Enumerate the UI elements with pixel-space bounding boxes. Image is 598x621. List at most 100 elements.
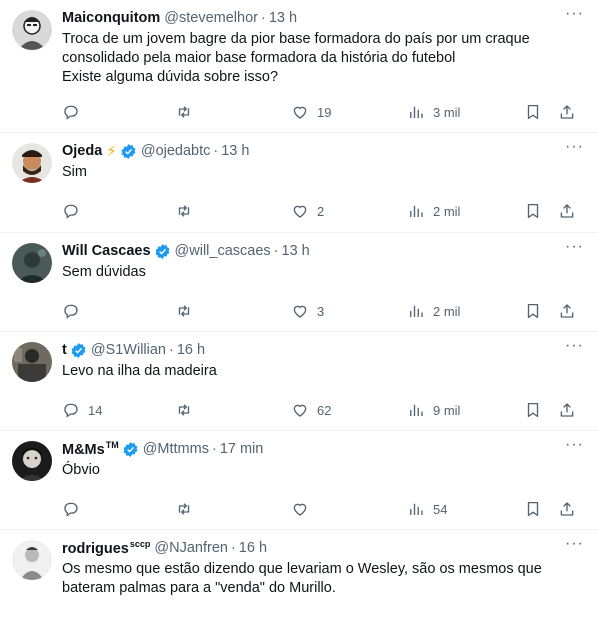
view-count: 2 mil bbox=[433, 303, 461, 319]
reply-icon bbox=[64, 304, 78, 319]
timestamp[interactable]: 16 h bbox=[177, 342, 205, 358]
avatar[interactable] bbox=[12, 342, 52, 382]
user-handle[interactable]: @ojedabtc bbox=[141, 143, 211, 159]
more-options-icon[interactable]: ··· bbox=[565, 437, 584, 453]
display-name[interactable]: rodriguessccp bbox=[62, 539, 150, 557]
share-button[interactable] bbox=[558, 499, 576, 519]
bookmark-icon bbox=[527, 203, 539, 219]
bar-chart-icon bbox=[410, 205, 423, 217]
timestamp[interactable]: 13 h bbox=[282, 243, 310, 259]
more-options-icon[interactable]: ··· bbox=[565, 6, 584, 22]
tweet-text-line: Óbvio bbox=[62, 462, 100, 478]
user-handle[interactable]: @NJanfren bbox=[154, 540, 228, 556]
heart-icon bbox=[293, 106, 307, 119]
like-count: 3 bbox=[317, 303, 325, 319]
like-button[interactable]: 62 bbox=[291, 400, 331, 420]
bookmark-button[interactable] bbox=[524, 301, 542, 321]
display-name[interactable]: Ojeda bbox=[62, 143, 102, 159]
more-options-icon[interactable]: ··· bbox=[565, 536, 584, 552]
bookmark-button[interactable] bbox=[524, 499, 542, 519]
views-button[interactable]: 54 bbox=[407, 499, 447, 519]
avatar[interactable] bbox=[12, 441, 52, 481]
bookmark-button[interactable] bbox=[524, 400, 542, 420]
avatar[interactable] bbox=[12, 540, 52, 580]
views-button[interactable]: 3 mil bbox=[407, 102, 460, 122]
separator-dot: · bbox=[213, 143, 219, 159]
share-button[interactable] bbox=[558, 201, 576, 221]
bookmark-button[interactable] bbox=[524, 102, 542, 122]
timestamp[interactable]: 17 min bbox=[220, 441, 264, 457]
views-button[interactable]: 2 mil bbox=[407, 201, 460, 221]
reply-button[interactable] bbox=[62, 102, 88, 122]
share-button[interactable] bbox=[558, 102, 576, 122]
tweet-text: Sim bbox=[62, 163, 586, 182]
action-bar: 3 2 mil bbox=[62, 301, 586, 321]
display-name-text: rodrigues bbox=[62, 540, 129, 557]
avatar[interactable] bbox=[12, 10, 52, 50]
action-bar: 54 bbox=[62, 499, 586, 519]
retweet-icon bbox=[178, 503, 190, 515]
avatar[interactable] bbox=[12, 143, 52, 183]
views-button[interactable]: 2 mil bbox=[407, 301, 460, 321]
verified-badge-icon bbox=[122, 441, 139, 458]
tweet[interactable]: Ojeda ⚡ @ojedabtc · 13 h Sim ··· 2 2 mil bbox=[0, 133, 598, 233]
club-tag: sccp bbox=[129, 539, 151, 550]
tweet[interactable]: t @S1Willian · 16 h Levo na ilha da made… bbox=[0, 332, 598, 431]
display-name[interactable]: Will Cascaes bbox=[62, 243, 151, 259]
bookmark-icon bbox=[527, 501, 539, 517]
user-handle[interactable]: @stevemelhor bbox=[164, 10, 258, 26]
more-options-icon[interactable]: ··· bbox=[565, 239, 584, 255]
display-name[interactable]: t bbox=[62, 342, 67, 358]
retweet-button[interactable] bbox=[175, 301, 201, 321]
like-button[interactable]: 3 bbox=[291, 301, 324, 321]
reply-button[interactable] bbox=[62, 301, 88, 321]
like-button[interactable]: 19 bbox=[291, 102, 331, 122]
retweet-button[interactable] bbox=[175, 102, 201, 122]
timestamp[interactable]: 13 h bbox=[221, 143, 249, 159]
user-handle[interactable]: @S1Willian bbox=[91, 342, 166, 358]
bookmark-icon bbox=[527, 104, 539, 120]
reply-button[interactable] bbox=[62, 499, 88, 519]
avatar[interactable] bbox=[12, 243, 52, 283]
view-count: 9 mil bbox=[433, 402, 461, 418]
tweet-text: Troca de um jovem bagre da pior base for… bbox=[62, 30, 586, 87]
retweet-icon bbox=[178, 305, 190, 317]
display-name[interactable]: Maiconquitom bbox=[62, 10, 160, 26]
separator-dot: · bbox=[273, 243, 279, 259]
display-name-text: M&Ms bbox=[62, 441, 105, 458]
timestamp[interactable]: 13 h bbox=[269, 10, 297, 26]
share-icon bbox=[560, 502, 574, 516]
reply-button[interactable] bbox=[62, 201, 88, 221]
bookmark-icon bbox=[527, 303, 539, 319]
share-button[interactable] bbox=[558, 400, 576, 420]
views-button[interactable]: 9 mil bbox=[407, 400, 460, 420]
like-button[interactable]: 2 bbox=[291, 201, 324, 221]
like-button[interactable] bbox=[291, 499, 317, 519]
more-options-icon[interactable]: ··· bbox=[565, 338, 584, 354]
retweet-icon bbox=[178, 106, 190, 118]
retweet-button[interactable] bbox=[175, 201, 201, 221]
view-count: 2 mil bbox=[433, 203, 461, 219]
separator-dot: · bbox=[230, 540, 236, 556]
retweet-icon bbox=[178, 205, 190, 217]
reply-button[interactable]: 14 bbox=[62, 400, 102, 420]
retweet-button[interactable] bbox=[175, 400, 201, 420]
tweet[interactable]: M&MsTM @Mttmms · 17 min Óbvio ··· 54 bbox=[0, 431, 598, 530]
more-options-icon[interactable]: ··· bbox=[565, 139, 584, 155]
tweet-text-line: Sim bbox=[62, 164, 87, 180]
tweet[interactable]: rodriguessccp @NJanfren · 16 h Os mesmo … bbox=[0, 530, 598, 620]
reply-feed: Maiconquitom @stevemelhor · 13 h Troca d… bbox=[0, 0, 598, 620]
heart-icon bbox=[293, 205, 307, 218]
verified-badge-icon bbox=[70, 342, 87, 359]
display-name[interactable]: M&MsTM bbox=[62, 440, 119, 458]
user-handle[interactable]: @will_cascaes bbox=[175, 243, 271, 259]
tweet[interactable]: Will Cascaes @will_cascaes · 13 h Sem dú… bbox=[0, 233, 598, 332]
heart-icon bbox=[293, 503, 307, 516]
bookmark-button[interactable] bbox=[524, 201, 542, 221]
retweet-button[interactable] bbox=[175, 499, 201, 519]
tweet-text-line: Levo na ilha da madeira bbox=[62, 363, 217, 379]
tweet[interactable]: Maiconquitom @stevemelhor · 13 h Troca d… bbox=[0, 0, 598, 133]
share-button[interactable] bbox=[558, 301, 576, 321]
user-handle[interactable]: @Mttmms bbox=[143, 441, 209, 457]
timestamp[interactable]: 16 h bbox=[239, 540, 267, 556]
